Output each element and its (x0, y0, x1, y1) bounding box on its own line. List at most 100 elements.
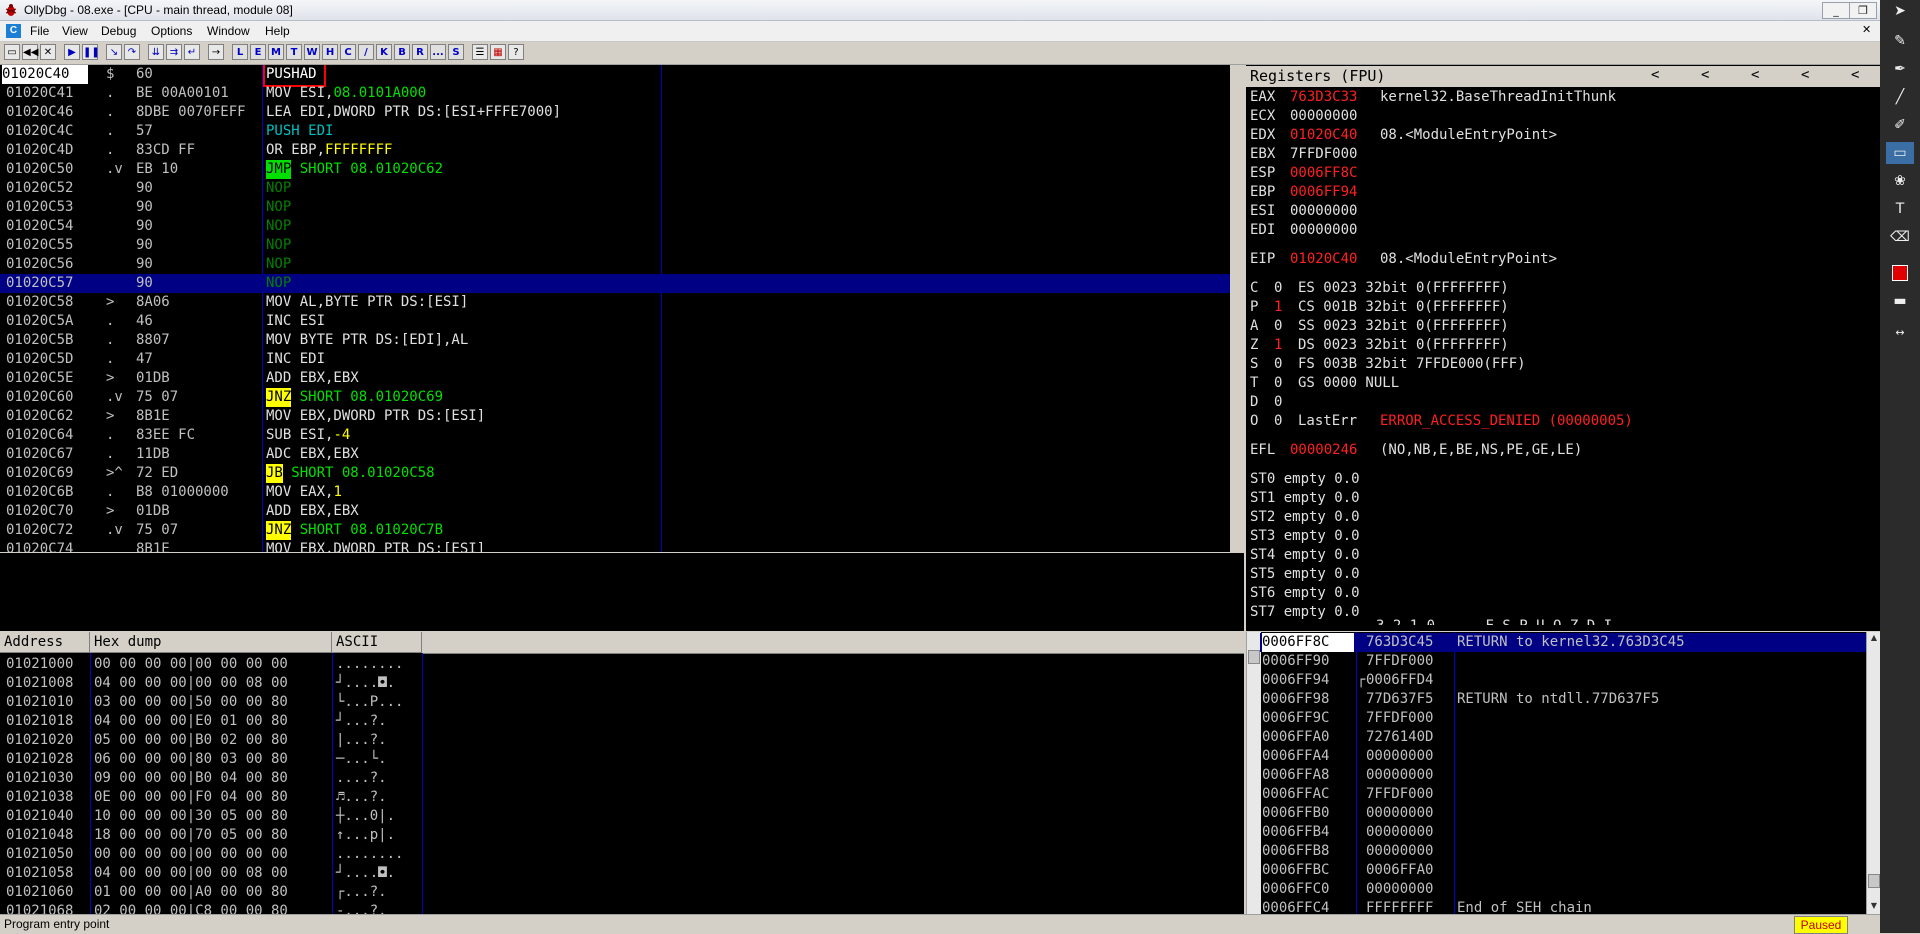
dump-row[interactable]: 01021068 02 00 00 00|C8 00 00 80 -...?. (0, 902, 1230, 914)
step-over-icon[interactable]: ↷ (124, 44, 140, 60)
dump-row[interactable]: 01021040 10 00 00 00|30 05 00 80 ┼...0|. (0, 807, 1230, 826)
disasm-row[interactable]: 01020C5E >01DB ADD EBX,EBX (0, 369, 1230, 388)
register-row[interactable]: EAX 763D3C33 kernel32.BaseThreadInitThunk (1250, 88, 1870, 107)
register-view-arrow[interactable]: < (1801, 67, 1809, 83)
register-row[interactable]: ECX 00000000 (1250, 107, 1870, 126)
stack-pane[interactable]: 0006FF8C 763D3C45 RETURN to kernel32.763D3… (1246, 632, 1880, 914)
flag-row[interactable]: C 0 ES 0023 32bit 0(FFFFFFFF) (1250, 279, 1870, 298)
stack-left-scrollbar[interactable] (1246, 632, 1261, 914)
disasm-row[interactable]: 01020C5D. 47 INC EDI (0, 350, 1230, 369)
register-view-arrow[interactable]: < (1701, 67, 1709, 83)
flag-row[interactable]: Z 1 DS 0023 32bit 0(FFFFFFFF) (1250, 336, 1870, 355)
flag-row[interactable]: S 0 FS 003B 32bit 7FFDE000(FFF) (1250, 355, 1870, 374)
dump-row[interactable]: 01021008 04 00 00 00|00 00 08 00 ┘....◘. (0, 674, 1230, 693)
restore-button[interactable]: ❐ (1849, 2, 1877, 19)
disasm-row[interactable]: 01020C46. 8DBE 0070FEFF LEA EDI,DWORD PTR … (0, 103, 1230, 122)
register-view-arrow[interactable]: < (1651, 67, 1659, 83)
register-row[interactable]: ESI 00000000 (1250, 202, 1870, 221)
scroll-down-icon[interactable]: ▼ (1867, 900, 1880, 912)
disasm-row[interactable]: 01020C60 .v 75 07 JNZ SHORT 08.01020C69 (0, 388, 1230, 407)
disasm-row[interactable]: 01020C56 90 NOP (0, 255, 1230, 274)
dump-pane[interactable]: Address Hex dump ASCII 01021000 00 00 00 … (0, 632, 1244, 914)
flag-row[interactable]: P 1 CS 001B 32bit 0(FFFFFFFF) (1250, 298, 1870, 317)
stack-row[interactable]: 0006FF98 77D637F5 RETURN to ntdll.77D637F5 (1260, 690, 1866, 709)
flag-row[interactable]: A 0 SS 0023 32bit 0(FFFFFFFF) (1250, 317, 1870, 336)
disasm-row[interactable]: 01020C57 90 NOP (0, 274, 1230, 293)
dump-row[interactable]: 01021020 05 00 00 00|B0 02 00 80 |...?. (0, 731, 1230, 750)
disasm-row[interactable]: 01020C6B. B8 01000000 MOV EAX, 1 (0, 483, 1230, 502)
expand-icon[interactable]: ↔ (1886, 322, 1914, 344)
grid-icon[interactable]: ▦ (490, 44, 506, 60)
rectangle-icon[interactable]: ▭ (1886, 142, 1914, 164)
stack-row[interactable]: 0006FFBC 0006FFA0 (1260, 861, 1866, 880)
memory-map-button[interactable]: M (268, 44, 284, 60)
stack-row[interactable]: 0006FFB8 00000000 (1260, 842, 1866, 861)
disasm-row[interactable]: 01020C64. 83EE FC SUB ESI, -4 (0, 426, 1230, 445)
fpu-row[interactable]: ST2 empty 0.0 (1250, 508, 1870, 527)
register-row[interactable]: EDI 00000000 (1250, 221, 1870, 240)
registers-pane[interactable]: Registers (FPU) < < < < < EAX 763D3C33 ker… (1246, 65, 1880, 631)
disasm-row[interactable]: 01020C62 >8B1E MOV EBX,DWORD PTR DS:[ESI] (0, 407, 1230, 426)
help-button[interactable]: ? (508, 44, 524, 60)
breakpoints-button[interactable]: B (394, 44, 410, 60)
efl-row[interactable]: EFL 00000246 (NO,NB,E,BE,NS,PE,GE,LE) (1250, 441, 1870, 460)
menu-view[interactable]: View (62, 24, 88, 38)
disasm-row[interactable]: 01020C40 $60 PUSHAD (0, 65, 1230, 87)
scroll-up-icon[interactable]: ▲ (1867, 632, 1880, 644)
stack-scroll-thumb[interactable] (1248, 650, 1260, 664)
pointer-icon[interactable]: ➤ (1886, 0, 1914, 22)
inner-close-icon[interactable]: ✕ (1862, 23, 1871, 36)
modules-button[interactable]: E (250, 44, 266, 60)
disasm-row[interactable]: 01020C69 >^ 72 ED JB SHORT 08.01020C58 (0, 464, 1230, 483)
open-icon[interactable]: ▭ (4, 44, 20, 60)
disasm-row[interactable]: 01020C4C. 57 PUSH EDI (0, 122, 1230, 141)
patches-button[interactable]: / (358, 44, 374, 60)
run-icon[interactable]: ▶ (64, 44, 80, 60)
stack-row[interactable]: 0006FFA0 7276140D (1260, 728, 1866, 747)
disasm-row[interactable]: 01020C52 90 NOP (0, 179, 1230, 198)
pen-icon[interactable]: ✒ (1886, 58, 1914, 80)
pencil-icon[interactable]: ✎ (1886, 30, 1914, 52)
dump-row[interactable]: 01021028 06 00 00 00|80 03 00 80 ─...└. (0, 750, 1230, 769)
flag-row[interactable]: D0 (1250, 393, 1870, 412)
cpu-button[interactable]: C (340, 44, 356, 60)
text-icon[interactable]: T (1886, 198, 1914, 220)
fpu-row[interactable]: ST3 empty 0.0 (1250, 527, 1870, 546)
disasm-row[interactable]: 01020C55 90 NOP (0, 236, 1230, 255)
fpu-row[interactable]: ST1 empty 0.0 (1250, 489, 1870, 508)
stack-row[interactable]: 0006FFC0 00000000 (1260, 880, 1866, 899)
disasm-row[interactable]: 01020C53 90 NOP (0, 198, 1230, 217)
stack-scrollbar[interactable]: ▲ ▼ (1866, 632, 1880, 914)
dump-row[interactable]: 01021060 01 00 00 00|A0 00 00 80 ┌...?. (0, 883, 1230, 902)
stack-row[interactable]: 0006FFAC 7FFDF000 (1260, 785, 1866, 804)
windows-button[interactable]: W (304, 44, 320, 60)
disasm-row[interactable]: 01020C74 8B1E MOV EBX,DWORD PTR DS:[ESI] (0, 540, 1230, 552)
menu-file[interactable]: File (30, 24, 49, 38)
stack-row[interactable]: 0006FFA8 00000000 (1260, 766, 1866, 785)
menu-debug[interactable]: Debug (101, 24, 136, 38)
lasterr-row[interactable]: O 0 LastErr ERROR_ACCESS_DENIED (00000005) (1250, 412, 1870, 431)
stack-scroll-thumb[interactable] (1868, 874, 1880, 888)
color-swatch-icon[interactable] (1886, 262, 1914, 284)
marker-icon[interactable]: ✐ (1886, 114, 1914, 136)
disasm-row[interactable]: 01020C50 .v EB 10 JMP SHORT 08.01020C62 (0, 160, 1230, 179)
fpu-row[interactable]: ST6 empty 0.0 (1250, 584, 1870, 603)
register-row[interactable]: EBP 0006FF94 (1250, 183, 1870, 202)
dump-row[interactable]: 01021010 03 00 00 00|50 00 00 80 └...P... (0, 693, 1230, 712)
restart-icon[interactable]: ◀◀ (22, 44, 38, 60)
disasm-row[interactable]: 01020C5A. 46 INC ESI (0, 312, 1230, 331)
stack-row[interactable]: 0006FFB4 00000000 (1260, 823, 1866, 842)
line-icon[interactable]: ╱ (1886, 86, 1914, 108)
pause-icon[interactable]: ❚❚ (82, 44, 100, 60)
handles-button[interactable]: H (322, 44, 338, 60)
list-icon[interactable]: ☰ (472, 44, 488, 60)
menu-options[interactable]: Options (151, 24, 192, 38)
dump-row[interactable]: 01021038 0E 00 00 00|F0 04 00 80 ♬...?. (0, 788, 1230, 807)
cpu-window-icon[interactable]: C (6, 24, 21, 38)
references-button[interactable]: R (412, 44, 428, 60)
stack-row[interactable]: 0006FFB0 00000000 (1260, 804, 1866, 823)
flag-row[interactable]: T 0 GS 0000 NULL (1250, 374, 1870, 393)
disasm-row[interactable]: 01020C70 >01DB ADD EBX,EBX (0, 502, 1230, 521)
disasm-row[interactable]: 01020C72 .v 75 07 JNZ SHORT 08.01020C7B (0, 521, 1230, 540)
stack-row[interactable]: 0006FF8C 763D3C45 RETURN to kernel32.763D3… (1260, 633, 1866, 652)
